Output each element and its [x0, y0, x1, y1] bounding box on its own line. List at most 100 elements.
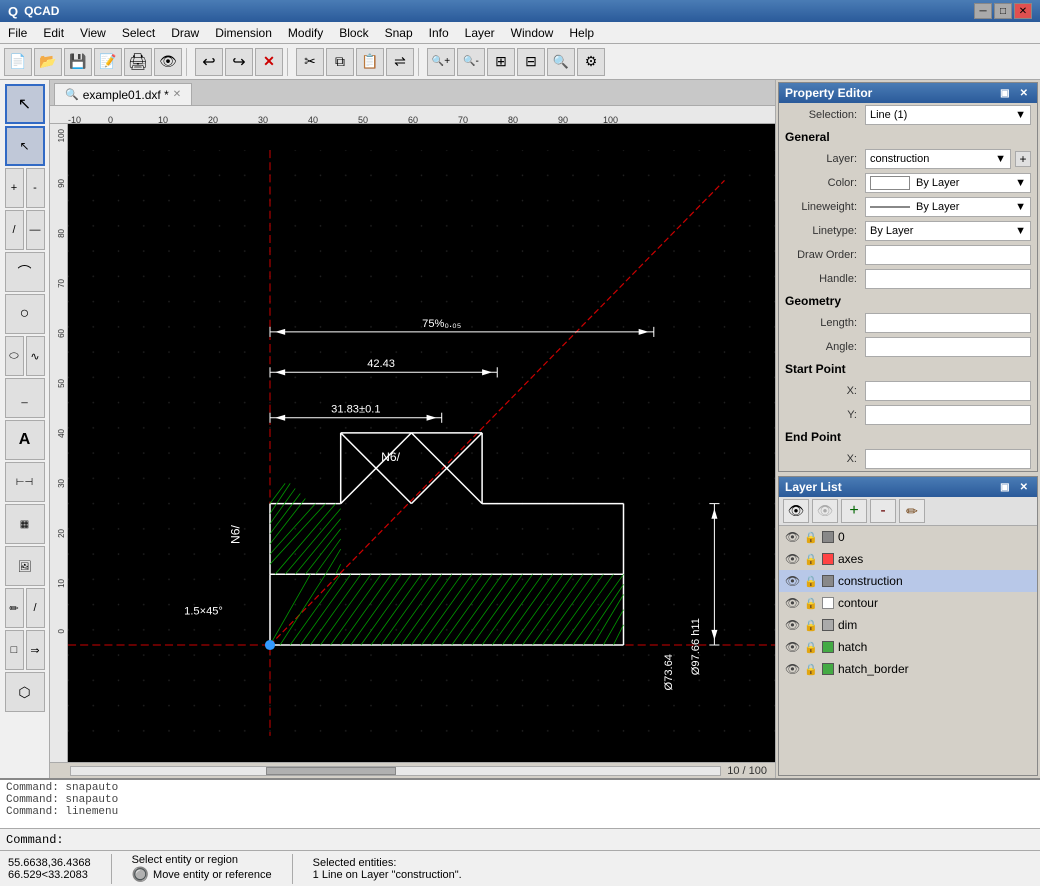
length-input[interactable]: 120	[865, 313, 1031, 333]
layer-item-dim[interactable]: 👁 🔒 dim	[779, 614, 1037, 636]
menu-select[interactable]: Select	[114, 22, 163, 43]
ellipse-tool[interactable]: ⬭	[5, 336, 24, 376]
layer-dim-lock-icon[interactable]: 🔒	[804, 619, 818, 632]
linetype-dropdown[interactable]: By Layer ▼	[865, 221, 1031, 241]
delete-button[interactable]: ✕	[255, 48, 283, 76]
zoom-window-button[interactable]: 🔍	[547, 48, 575, 76]
preview-button[interactable]: 👁	[154, 48, 182, 76]
layer-item-construction[interactable]: 👁 🔒 construction	[779, 570, 1037, 592]
redo-button[interactable]: ↪	[225, 48, 253, 76]
circle-tool[interactable]: ○	[5, 294, 45, 334]
h-scrollbar-track[interactable]	[70, 766, 721, 776]
layer-contour-visibility-icon[interactable]: 👁	[785, 596, 800, 610]
mirror-button[interactable]: ⇌	[386, 48, 414, 76]
show-all-layers-button[interactable]: 👁	[783, 499, 809, 523]
hide-all-layers-button[interactable]: 👁	[812, 499, 838, 523]
tab-close-button[interactable]: ✕	[173, 89, 181, 100]
zoom-prev-button[interactable]: ⊟	[517, 48, 545, 76]
save-button[interactable]: 💾	[64, 48, 92, 76]
new-button[interactable]: 📄	[4, 48, 32, 76]
command-input[interactable]	[70, 834, 1034, 846]
menu-snap[interactable]: Snap	[377, 22, 421, 43]
layer-item-hatch-border[interactable]: 👁 🔒 hatch_border	[779, 658, 1037, 680]
menu-block[interactable]: Block	[331, 22, 376, 43]
layer-0-lock-icon[interactable]: 🔒	[804, 531, 818, 544]
add-layer-button[interactable]: +	[841, 499, 867, 523]
layer-item-axes[interactable]: 👁 🔒 axes	[779, 548, 1037, 570]
menu-info[interactable]: Info	[421, 22, 457, 43]
selection-dropdown-btn[interactable]: Line (1) ▼	[865, 105, 1031, 125]
menu-edit[interactable]: Edit	[35, 22, 72, 43]
maximize-button[interactable]: □	[994, 3, 1012, 19]
select-tool[interactable]: ↖	[5, 84, 45, 124]
layer-dropdown[interactable]: construction ▼	[865, 149, 1011, 169]
start-y-input[interactable]: 36.82	[865, 405, 1031, 425]
prop-editor-close-button[interactable]: ✕	[1017, 88, 1031, 99]
save-as-button[interactable]: 📝	[94, 48, 122, 76]
arc-tool[interactable]: ⌒	[5, 252, 45, 292]
zoom-out-button[interactable]: 🔍-	[457, 48, 485, 76]
prop-editor-restore-button[interactable]: ▣	[997, 88, 1012, 99]
menu-view[interactable]: View	[72, 22, 114, 43]
layer-list-close-button[interactable]: ✕	[1017, 482, 1031, 493]
layer-construction-lock-icon[interactable]: 🔒	[804, 575, 818, 588]
3d-tool[interactable]: ⬡	[5, 672, 45, 712]
line-tool2[interactable]: _	[5, 378, 45, 418]
zoom-fit-button[interactable]: ⊞	[487, 48, 515, 76]
copy-button[interactable]: ⧉	[326, 48, 354, 76]
select-tool2[interactable]: ↖	[5, 126, 45, 166]
layer-contour-lock-icon[interactable]: 🔒	[804, 597, 818, 610]
options-button[interactable]: ⚙	[577, 48, 605, 76]
remove-layer-button[interactable]: -	[870, 499, 896, 523]
angle-tool[interactable]: /	[5, 210, 24, 250]
block-tool[interactable]: □	[5, 630, 24, 670]
menu-modify[interactable]: Modify	[280, 22, 331, 43]
menu-layer[interactable]: Layer	[457, 22, 503, 43]
hatch-tool[interactable]: ▦	[5, 504, 45, 544]
text-tool[interactable]: A	[5, 420, 45, 460]
print-button[interactable]: 🖨	[124, 48, 152, 76]
cut-button[interactable]: ✂	[296, 48, 324, 76]
minimize-button[interactable]: ─	[974, 3, 992, 19]
layer-item-hatch[interactable]: 👁 🔒 hatch	[779, 636, 1037, 658]
layer-0-visibility-icon[interactable]: 👁	[785, 530, 800, 544]
layer-hatch-border-lock-icon[interactable]: 🔒	[804, 663, 818, 676]
edit-layer-button[interactable]: ✏	[899, 499, 925, 523]
line-tool[interactable]: —	[26, 210, 45, 250]
zoom-in-button[interactable]: 🔍+	[427, 48, 455, 76]
zoom-minus-tool[interactable]: -	[26, 168, 45, 208]
h-scrollbar-thumb[interactable]	[266, 767, 396, 775]
layer-list-restore-button[interactable]: ▣	[997, 482, 1012, 493]
layer-add-button[interactable]: +	[1015, 151, 1031, 167]
lineweight-dropdown[interactable]: By Layer ▼	[865, 197, 1031, 217]
drawing-canvas[interactable]: 75%₀.₀₅ 42.43	[68, 124, 775, 762]
start-x-input[interactable]: 0	[865, 381, 1031, 401]
selection-dropdown[interactable]: Line (1) ▼	[865, 105, 1031, 125]
layer-hatch-border-visibility-icon[interactable]: 👁	[785, 662, 800, 676]
open-button[interactable]: 📂	[34, 48, 62, 76]
draw-order-input[interactable]: 30	[865, 245, 1031, 265]
undo-button[interactable]: ↩	[195, 48, 223, 76]
layer-dim-visibility-icon[interactable]: 👁	[785, 618, 800, 632]
spline-tool[interactable]: ∿	[26, 336, 45, 376]
layer-tool[interactable]: ⇒	[26, 630, 45, 670]
menu-window[interactable]: Window	[503, 22, 562, 43]
snap-tool[interactable]: ✏	[5, 588, 24, 628]
angle-input[interactable]: 0	[865, 337, 1031, 357]
layer-item-contour[interactable]: 👁 🔒 contour	[779, 592, 1037, 614]
layer-item-0[interactable]: 👁 🔒 0	[779, 526, 1037, 548]
dim-tool[interactable]: ⊢⊣	[5, 462, 45, 502]
layer-hatch-visibility-icon[interactable]: 👁	[785, 640, 800, 654]
menu-help[interactable]: Help	[561, 22, 602, 43]
end-x-input[interactable]: 120	[865, 449, 1031, 469]
menu-file[interactable]: File	[0, 22, 35, 43]
color-dropdown[interactable]: By Layer ▼	[865, 173, 1031, 193]
handle-input[interactable]: 0x70	[865, 269, 1031, 289]
drawing-tab[interactable]: 🔍 example01.dxf * ✕	[54, 83, 192, 105]
layer-hatch-lock-icon[interactable]: 🔒	[804, 641, 818, 654]
zoom-plus-tool[interactable]: +	[5, 168, 24, 208]
menu-dimension[interactable]: Dimension	[207, 22, 280, 43]
snap-angle-tool[interactable]: /	[26, 588, 45, 628]
paste-button[interactable]: 📋	[356, 48, 384, 76]
image-tool[interactable]: 🖼	[5, 546, 45, 586]
